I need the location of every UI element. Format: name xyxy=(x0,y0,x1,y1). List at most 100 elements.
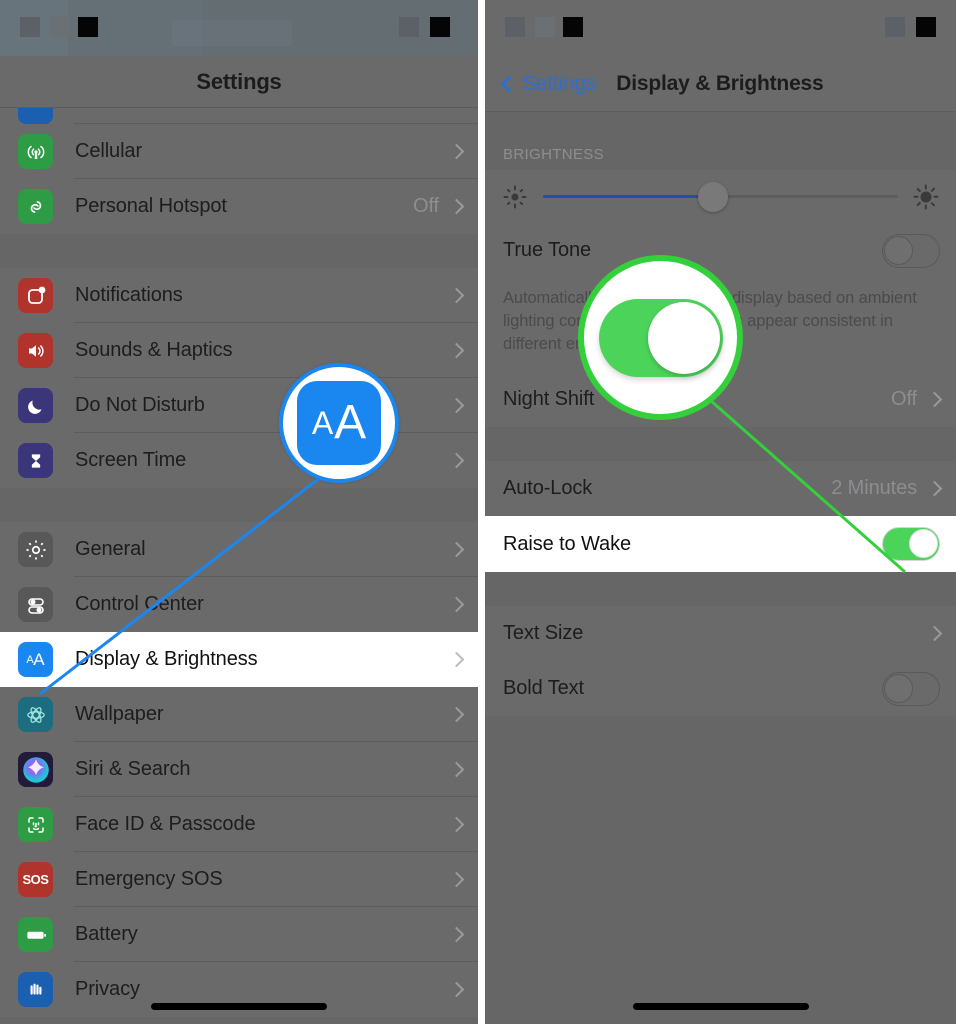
sidebar-item-emergency-sos[interactable]: SOS Emergency SOS xyxy=(0,852,478,907)
sidebar-item-label: Siri & Search xyxy=(75,758,191,780)
gear-icon xyxy=(18,532,53,567)
sidebar-item-label: Notifications xyxy=(75,284,183,306)
chevron-right-icon xyxy=(926,625,943,642)
sidebar-item-label: Cellular xyxy=(75,140,143,162)
chevron-right-icon xyxy=(448,706,465,723)
sidebar-item-face-id-passcode[interactable]: Face ID & Passcode xyxy=(0,797,478,852)
brightness-slider-fill xyxy=(543,195,714,198)
row-accessory xyxy=(448,926,478,943)
wifi-icon xyxy=(18,108,53,124)
chevron-left-icon xyxy=(500,75,518,93)
bold-text-label: Bold Text xyxy=(503,677,585,699)
sidebar-item-label: Face ID & Passcode xyxy=(75,813,256,835)
page-title: Settings xyxy=(196,69,282,94)
list-group-gap xyxy=(0,488,478,522)
sidebar-item-control-center[interactable]: Control Center xyxy=(0,577,478,632)
right-phone-screen: Settings Display & Brightness BRIGHTNESS xyxy=(485,0,956,1024)
sos-icon: SOS xyxy=(18,862,53,897)
home-indicator xyxy=(151,1003,327,1010)
brightness-slider-knob[interactable] xyxy=(698,181,729,212)
status-redacted-block-2 xyxy=(535,17,555,37)
row-accessory xyxy=(882,671,956,706)
right-status-bar xyxy=(485,0,956,56)
chevron-right-icon xyxy=(448,981,465,998)
row-accessory: Off xyxy=(413,195,478,218)
sidebar-item-label: Display & Brightness xyxy=(75,648,258,670)
list-group-gap xyxy=(485,572,956,606)
brightness-slider-row[interactable] xyxy=(485,170,956,223)
row-value: Off xyxy=(412,195,439,217)
list-item-partial-top[interactable] xyxy=(0,108,478,124)
true-tone-label: True Tone xyxy=(503,239,592,261)
status-redacted-block-4 xyxy=(399,17,419,37)
sidebar-item-screen-time[interactable]: Screen Time xyxy=(0,433,478,488)
status-redacted-block-5 xyxy=(430,17,450,37)
row-accessory xyxy=(448,706,478,723)
row-accessory xyxy=(448,816,478,833)
true-tone-toggle[interactable] xyxy=(882,233,940,268)
sidebar-item-battery[interactable]: Battery xyxy=(0,907,478,962)
sidebar-item-cellular[interactable]: Cellular xyxy=(0,124,478,179)
true-tone-description: Automatically adapt the iPhone display b… xyxy=(485,278,956,372)
sidebar-item-general[interactable]: General xyxy=(0,522,478,577)
auto-lock-value: 2 Minutes xyxy=(831,477,917,499)
chevron-right-icon xyxy=(448,342,465,359)
row-accessory xyxy=(926,625,956,642)
sidebar-item-label: Battery xyxy=(75,923,138,945)
sidebar-item-sounds-haptics[interactable]: Sounds & Haptics xyxy=(0,323,478,378)
sidebar-item-label: Privacy xyxy=(75,978,140,1000)
sidebar-item-siri-search[interactable]: Siri & Search xyxy=(0,742,478,797)
row-accessory xyxy=(882,233,956,268)
chevron-right-icon xyxy=(448,287,465,304)
row-raise-to-wake[interactable]: Raise to Wake xyxy=(485,516,956,572)
row-accessory: Off xyxy=(891,388,956,411)
sidebar-item-do-not-disturb[interactable]: Do Not Disturb xyxy=(0,378,478,433)
sidebar-item-display-brightness[interactable]: AA Display & Brightness xyxy=(0,632,478,687)
chevron-right-icon xyxy=(448,198,465,215)
control-center-icon xyxy=(18,587,53,622)
status-redacted-block-1 xyxy=(505,17,525,37)
row-accessory xyxy=(448,342,478,359)
row-accessory xyxy=(448,981,478,998)
status-redacted-block-1 xyxy=(20,17,40,37)
row-accessory xyxy=(448,143,478,160)
chevron-right-icon xyxy=(448,651,465,668)
row-night-shift[interactable]: Night Shift Off xyxy=(485,372,956,427)
sidebar-item-label: General xyxy=(75,538,146,560)
page-title: Display & Brightness xyxy=(616,72,824,95)
chevron-right-icon xyxy=(448,397,465,414)
row-accessory xyxy=(448,761,478,778)
auto-lock-label: Auto-Lock xyxy=(503,477,593,499)
sidebar-item-label: Personal Hotspot xyxy=(75,195,227,217)
sidebar-item-notifications[interactable]: Notifications xyxy=(0,268,478,323)
status-redacted-block-5 xyxy=(916,17,936,37)
back-button[interactable]: Settings xyxy=(500,72,596,96)
row-accessory xyxy=(448,871,478,888)
sidebar-item-label: Wallpaper xyxy=(75,703,164,725)
raise-to-wake-label: Raise to Wake xyxy=(503,532,632,555)
nav-divider xyxy=(485,111,956,112)
battery-icon xyxy=(18,917,53,952)
row-text-size[interactable]: Text Size xyxy=(485,606,956,661)
sidebar-item-label: Emergency SOS xyxy=(75,868,223,890)
sidebar-item-personal-hotspot[interactable]: Personal Hotspot Off xyxy=(0,179,478,234)
row-true-tone[interactable]: True Tone xyxy=(485,223,956,278)
status-tint-pill xyxy=(172,20,292,46)
row-bold-text[interactable]: Bold Text xyxy=(485,661,956,716)
chevron-right-icon xyxy=(448,871,465,888)
right-nav-bar: Settings Display & Brightness xyxy=(485,56,956,112)
bold-text-toggle[interactable] xyxy=(882,671,940,706)
hotspot-icon xyxy=(18,189,53,224)
hourglass-icon xyxy=(18,443,53,478)
row-accessory xyxy=(448,596,478,613)
brightness-slider-track[interactable] xyxy=(543,181,898,212)
sidebar-item-wallpaper[interactable]: Wallpaper xyxy=(0,687,478,742)
chevron-right-icon xyxy=(448,452,465,469)
cellular-icon xyxy=(18,134,53,169)
chevron-right-icon xyxy=(448,816,465,833)
raise-to-wake-toggle[interactable] xyxy=(882,527,940,561)
list-group-gap xyxy=(0,234,478,268)
comparison-screenshot: Settings Cellular Personal Hotspot Off N… xyxy=(0,0,956,1024)
night-shift-value: Off xyxy=(890,388,917,410)
row-auto-lock[interactable]: Auto-Lock 2 Minutes xyxy=(485,461,956,516)
